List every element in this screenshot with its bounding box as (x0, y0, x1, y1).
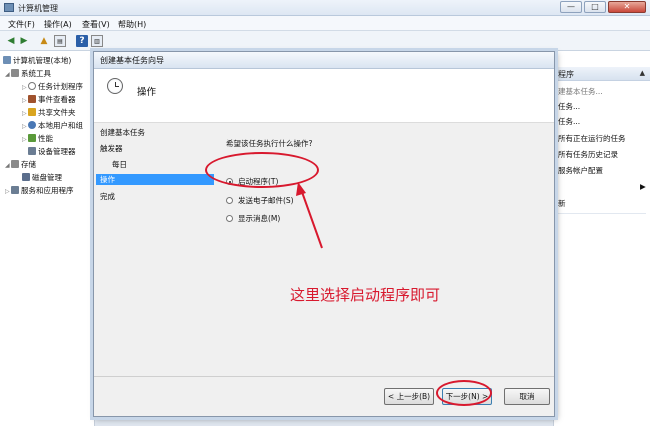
annotation-text: 这里选择启动程序即可 (290, 286, 441, 304)
console-tree: 计算机管理(本地) ◢ 系统工具 ▷ 任务计划程序 ▷ 事件查看器 ▷ 共享文件夹 ▷ 本… (0, 51, 95, 426)
computer-management-icon (4, 3, 14, 12)
action-item[interactable]: 任务... (558, 101, 580, 112)
menu-action[interactable]: 操作(A) (44, 19, 72, 30)
device-manager-icon (28, 147, 36, 155)
action-item[interactable]: 所有任务历史记录 (558, 149, 618, 160)
back-arrow-icon[interactable]: ◀ (5, 35, 17, 47)
tree-item-computer-management[interactable]: 计算机管理(本地) (3, 55, 71, 66)
action-item[interactable]: 所有正在运行的任务 (558, 133, 626, 144)
minimize-button[interactable]: — (560, 1, 582, 13)
action-item[interactable]: 服务帐户配置 (558, 165, 603, 176)
action-question: 希望该任务执行什么操作? (226, 139, 313, 148)
wizard-content: 希望该任务执行什么操作? 启动程序(T) 发送电子邮件(S) 显示消息(M) (214, 123, 554, 383)
tools-icon (11, 69, 19, 77)
users-icon (28, 121, 36, 129)
cancel-button[interactable]: 取消 (504, 388, 550, 405)
wizard-step-nav: 创建基本任务 触发器 每日 操作 完成 (94, 123, 214, 383)
tree-item-storage[interactable]: ◢ 存储 (5, 159, 36, 170)
radio-start-program[interactable] (226, 178, 233, 185)
wizard-banner: 操作 (94, 69, 554, 123)
tree-item-system-tools[interactable]: ◢ 系统工具 (5, 68, 51, 79)
step-create-basic-task: 创建基本任务 (100, 128, 145, 137)
close-button[interactable]: ✕ (608, 1, 646, 13)
menu-help[interactable]: 帮助(H) (118, 19, 146, 30)
tree-item-event-viewer[interactable]: ▷ 事件查看器 (22, 94, 76, 105)
tree-item-disk-management[interactable]: 磁盘管理 (22, 172, 62, 183)
action-item[interactable]: 任务... (558, 116, 580, 127)
option-display-message[interactable]: 显示消息(M) (226, 213, 280, 224)
menu-file[interactable]: 文件(F) (8, 19, 35, 30)
show-hide-action-pane-icon[interactable]: ▥ (91, 35, 103, 47)
wizard-heading: 操作 (137, 87, 157, 98)
radio-display-message[interactable] (226, 215, 233, 222)
show-hide-tree-icon[interactable]: ▤ (54, 35, 66, 47)
submenu-arrow-icon: ▶ (640, 182, 646, 191)
action-item[interactable]: 建基本任务... (558, 86, 603, 97)
actions-header-label: 程序 (558, 70, 574, 79)
create-basic-task-wizard: 创建基本任务向导 操作 创建基本任务 触发器 每日 操作 完成 希望该任务执行什… (93, 51, 555, 417)
divider (556, 213, 646, 214)
wizard-title-bar: 创建基本任务向导 (94, 52, 554, 69)
performance-icon (28, 134, 36, 142)
menu-view[interactable]: 查看(V) (82, 19, 110, 30)
tree-item-shared-folders[interactable]: ▷ 共享文件夹 (22, 107, 76, 118)
step-action: 操作 (96, 174, 214, 185)
services-icon (11, 186, 19, 194)
window-title-bar: 计算机管理 — □ ✕ (0, 0, 650, 16)
shared-folder-icon (28, 108, 36, 116)
storage-icon (11, 160, 19, 168)
menu-bar: 文件(F) 操作(A) 查看(V) 帮助(H) (0, 16, 650, 31)
tree-item-local-users[interactable]: ▷ 本地用户和组 (22, 120, 83, 131)
tree-item-services-applications[interactable]: ▷ 服务和应用程序 (5, 185, 74, 196)
wizard-footer-divider (94, 376, 554, 377)
radio-send-email[interactable] (226, 197, 233, 204)
tree-item-device-manager[interactable]: 设备管理器 (28, 146, 76, 157)
computer-icon (3, 56, 11, 64)
option-send-email[interactable]: 发送电子邮件(S) (226, 195, 294, 206)
actions-pane: 程序 ▲ 建基本任务... 任务... 任务... 所有正在运行的任务 所有任务历… (553, 51, 650, 426)
help-icon[interactable]: ? (76, 35, 88, 47)
next-button[interactable]: 下一步(N) > (442, 388, 492, 405)
tree-item-performance[interactable]: ▷ 性能 (22, 133, 53, 144)
toolbar: ◀ ▶ ▲ ▤ ? ▥ (0, 31, 650, 51)
actions-header[interactable]: 程序 ▲ (554, 67, 650, 81)
collapse-up-icon[interactable]: ▲ (640, 69, 645, 77)
option-start-program[interactable]: 启动程序(T) (226, 176, 278, 187)
tree-item-task-scheduler[interactable]: ▷ 任务计划程序 (22, 81, 83, 92)
forward-arrow-icon[interactable]: ▶ (18, 35, 30, 47)
disk-icon (22, 173, 30, 181)
action-item[interactable]: 新 (558, 198, 566, 209)
step-finish: 完成 (100, 192, 115, 201)
window-title: 计算机管理 (18, 4, 58, 13)
wizard-title: 创建基本任务向导 (100, 56, 164, 65)
clock-icon (28, 82, 36, 90)
step-trigger: 触发器 (100, 144, 123, 153)
step-daily: 每日 (112, 160, 127, 169)
up-folder-icon[interactable]: ▲ (38, 35, 50, 47)
maximize-button[interactable]: □ (584, 1, 606, 13)
back-button[interactable]: < 上一步(B) (384, 388, 434, 405)
event-viewer-icon (28, 95, 36, 103)
task-clock-icon (107, 78, 123, 94)
